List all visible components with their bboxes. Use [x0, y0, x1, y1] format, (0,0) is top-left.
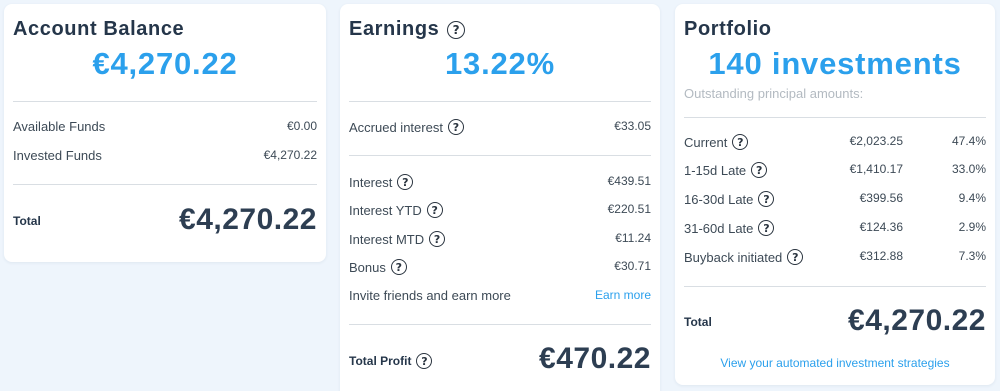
- bonus-label: Bonus ?: [349, 259, 407, 275]
- question-circle-icon[interactable]: ?: [732, 134, 749, 150]
- divider: [684, 117, 986, 118]
- buyback-percent: 7.3%: [958, 249, 986, 263]
- question-circle-icon[interactable]: ?: [416, 353, 433, 369]
- available-funds-value: €0.00: [286, 119, 317, 133]
- current-row: Current ? €2,023.25 47.4%: [684, 132, 986, 152]
- total-label: Total: [13, 214, 41, 228]
- portfolio-title: Portfolio: [684, 18, 772, 41]
- current-amount: €2,023.25: [849, 134, 903, 148]
- outstanding-principal-note: Outstanding principal amounts:: [684, 86, 864, 101]
- divider: [349, 155, 651, 156]
- interest-value: €439.51: [607, 174, 651, 188]
- divider: [684, 286, 986, 287]
- portfolio-total-label: Total: [684, 315, 712, 329]
- late-1-15-amount: €1,410.17: [849, 162, 903, 176]
- earnings-title-text: Earnings: [349, 18, 440, 40]
- question-circle-icon[interactable]: ?: [751, 162, 768, 178]
- portfolio-total-value: €4,270.22: [848, 304, 986, 337]
- interest-ytd-row: Interest YTD ? €220.51: [349, 200, 651, 220]
- late-16-30-label: 16-30d Late ?: [684, 191, 775, 207]
- earnings-title: Earnings ?: [349, 18, 466, 41]
- divider: [349, 324, 651, 325]
- interest-row: Interest ? €439.51: [349, 172, 651, 192]
- interest-mtd-label-text: Interest MTD: [349, 231, 425, 247]
- total-profit-row: Total Profit ? €470.22: [349, 342, 651, 382]
- late-16-30-amount: €399.56: [859, 191, 903, 205]
- interest-mtd-value: €11.24: [615, 231, 651, 245]
- interest-mtd-label: Interest MTD ?: [349, 231, 446, 247]
- question-circle-icon[interactable]: ?: [758, 220, 775, 236]
- portfolio-card: Portfolio 140 investments Outstanding pr…: [675, 4, 995, 385]
- question-circle-icon[interactable]: ?: [447, 20, 466, 39]
- buyback-label: Buyback initiated ?: [684, 249, 804, 265]
- current-label: Current ?: [684, 134, 749, 150]
- available-funds-row: Available Funds €0.00: [13, 117, 317, 137]
- interest-ytd-label: Interest YTD ?: [349, 202, 443, 218]
- late-1-15-label-text: 1-15d Late: [684, 162, 747, 178]
- divider: [13, 101, 317, 102]
- portfolio-title-text: Portfolio: [684, 18, 772, 40]
- divider: [13, 184, 317, 185]
- interest-mtd-row: Interest MTD ? €11.24: [349, 229, 651, 249]
- current-label-text: Current: [684, 134, 728, 150]
- accrued-interest-label-text: Accrued interest: [349, 119, 443, 135]
- buyback-amount: €312.88: [859, 249, 903, 263]
- total-profit-label-text: Total Profit: [349, 354, 412, 368]
- bonus-label-text: Bonus: [349, 259, 386, 275]
- late-31-60-amount: €124.36: [859, 220, 903, 234]
- late-31-60-label-text: 31-60d Late: [684, 220, 754, 236]
- interest-ytd-value: €220.51: [607, 202, 651, 216]
- earn-more-link[interactable]: Earn more: [595, 288, 651, 302]
- account-balance-amount: €4,270.22: [92, 46, 238, 81]
- invested-funds-value: €4,270.22: [263, 148, 317, 162]
- earnings-rate: 13.22%: [445, 46, 555, 81]
- question-circle-icon[interactable]: ?: [390, 259, 407, 275]
- interest-ytd-label-text: Interest YTD: [349, 202, 422, 218]
- late-1-15-percent: 33.0%: [951, 162, 986, 176]
- bonus-value: €30.71: [614, 259, 651, 273]
- accrued-interest-value: €33.05: [614, 119, 651, 133]
- buyback-label-text: Buyback initiated: [684, 249, 783, 265]
- automated-strategies-link[interactable]: View your automated investment strategie…: [675, 356, 995, 370]
- invested-funds-label: Invested Funds: [13, 148, 102, 163]
- late-31-60-row: 31-60d Late ? €124.36 2.9%: [684, 218, 986, 238]
- question-circle-icon[interactable]: ?: [758, 191, 775, 207]
- account-balance-total-row: Total €4,270.22: [13, 203, 317, 243]
- question-circle-icon[interactable]: ?: [397, 174, 414, 190]
- interest-label: Interest ?: [349, 174, 414, 190]
- invite-label: Invite friends and earn more: [349, 288, 511, 303]
- total-profit-value: €470.22: [539, 342, 651, 375]
- account-balance-card: Account Balance €4,270.22 Available Fund…: [4, 4, 326, 262]
- portfolio-total-row: Total €4,270.22: [684, 304, 986, 344]
- late-16-30-percent: 9.4%: [958, 191, 986, 205]
- divider: [349, 101, 651, 102]
- total-value: €4,270.22: [179, 203, 317, 236]
- account-balance-title-text: Account Balance: [13, 18, 185, 40]
- question-circle-icon[interactable]: ?: [426, 202, 443, 218]
- late-31-60-label: 31-60d Late ?: [684, 220, 775, 236]
- accrued-interest-label: Accrued interest ?: [349, 119, 464, 135]
- invite-row: Invite friends and earn more Earn more: [349, 286, 651, 306]
- late-16-30-row: 16-30d Late ? €399.56 9.4%: [684, 189, 986, 209]
- buyback-row: Buyback initiated ? €312.88 7.3%: [684, 247, 986, 267]
- total-profit-label: Total Profit ?: [349, 353, 433, 369]
- bonus-row: Bonus ? €30.71: [349, 257, 651, 277]
- interest-label-text: Interest: [349, 174, 393, 190]
- late-16-30-label-text: 16-30d Late: [684, 191, 754, 207]
- question-circle-icon[interactable]: ?: [429, 231, 446, 247]
- account-balance-title: Account Balance: [13, 18, 184, 41]
- question-circle-icon[interactable]: ?: [447, 119, 464, 135]
- accrued-interest-row: Accrued interest ? €33.05: [349, 117, 651, 137]
- portfolio-investment-count: 140 investments: [708, 46, 962, 81]
- available-funds-label: Available Funds: [13, 119, 106, 134]
- late-1-15-label: 1-15d Late ?: [684, 162, 768, 178]
- late-1-15-row: 1-15d Late ? €1,410.17 33.0%: [684, 160, 986, 180]
- current-percent: 47.4%: [951, 134, 986, 148]
- invested-funds-row: Invested Funds €4,270.22: [13, 146, 317, 166]
- earnings-card: Earnings ? 13.22% Accrued interest ? €33…: [340, 4, 660, 391]
- late-31-60-percent: 2.9%: [958, 220, 986, 234]
- question-circle-icon[interactable]: ?: [787, 249, 804, 265]
